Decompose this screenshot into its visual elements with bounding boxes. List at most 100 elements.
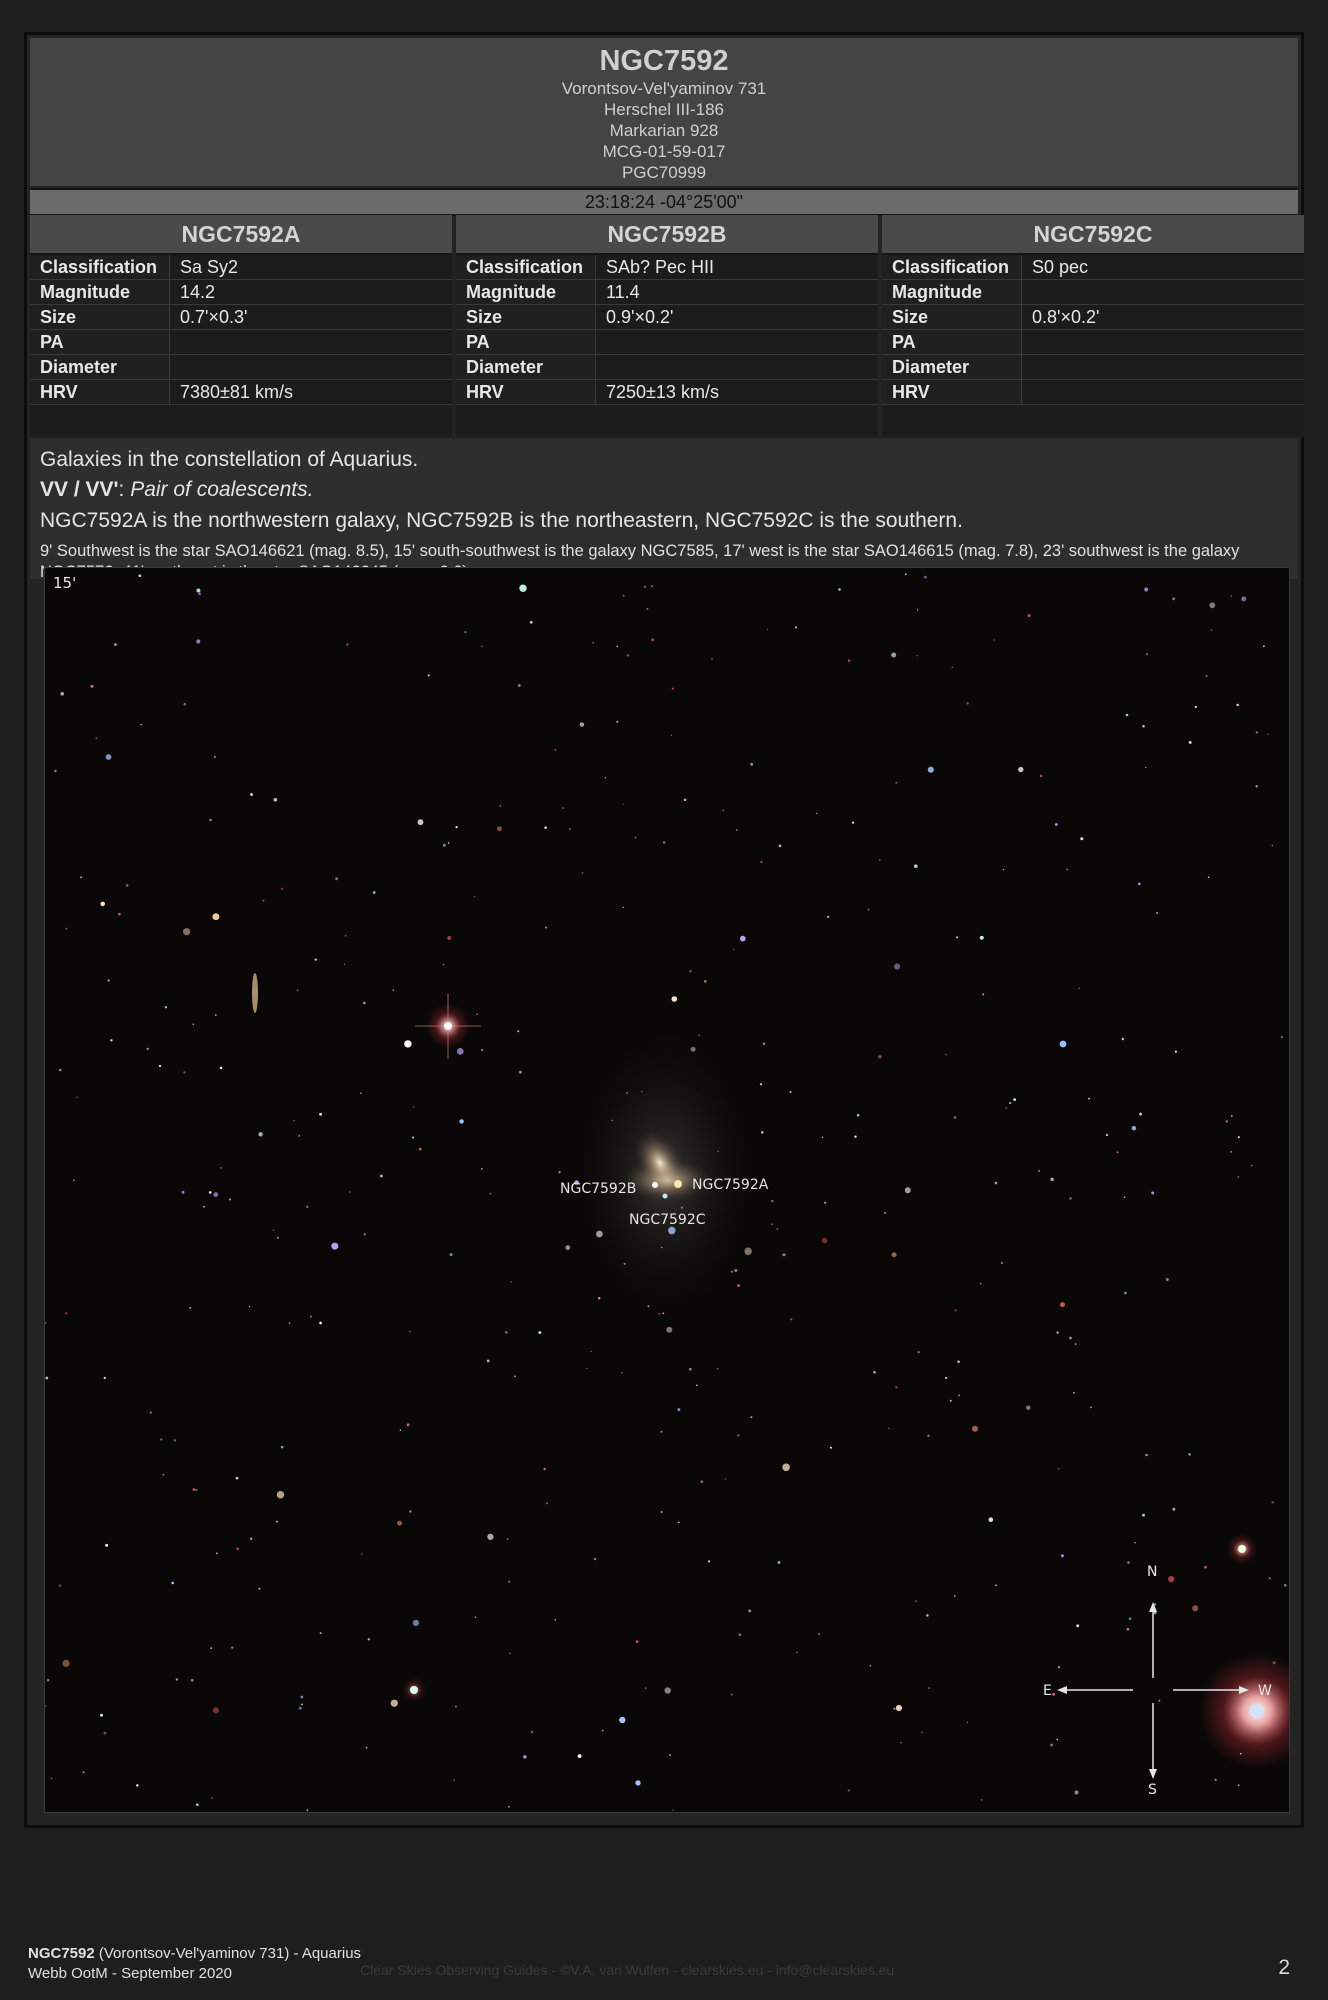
star	[464, 630, 467, 634]
star	[411, 1136, 415, 1139]
description: Galaxies in the constellation of Aquariu…	[30, 439, 1298, 581]
row-size: Size 0.9'×0.2'	[456, 305, 878, 330]
star	[118, 912, 121, 916]
star	[455, 825, 458, 829]
orientation-text: NGC7592A is the northwestern galaxy, NGC…	[40, 509, 963, 532]
label: PA	[456, 330, 596, 354]
star	[744, 1247, 752, 1256]
star	[635, 1780, 641, 1786]
star	[953, 1595, 956, 1597]
star	[346, 643, 349, 646]
star	[643, 585, 647, 588]
star	[966, 1721, 969, 1723]
row-pa: PA	[456, 330, 878, 355]
star	[545, 926, 548, 929]
star	[1018, 766, 1024, 773]
star	[173, 1439, 177, 1442]
star	[619, 1716, 626, 1724]
star	[103, 1376, 107, 1380]
star	[72, 1179, 76, 1182]
star	[766, 628, 769, 631]
star	[1255, 785, 1258, 788]
star	[878, 1055, 882, 1059]
star	[517, 1030, 520, 1033]
star	[1073, 1392, 1075, 1394]
star	[924, 575, 927, 579]
star	[1230, 1151, 1232, 1153]
star	[951, 666, 953, 669]
star	[651, 585, 653, 587]
star	[645, 1687, 647, 1689]
star	[62, 1659, 70, 1667]
star	[58, 1584, 62, 1587]
star	[390, 1699, 398, 1707]
star	[474, 1616, 477, 1618]
star	[696, 1384, 698, 1387]
star	[1009, 1101, 1012, 1105]
star	[473, 896, 476, 898]
star	[1131, 1125, 1137, 1131]
star	[762, 1042, 766, 1045]
value: 0.9'×0.2'	[606, 307, 674, 327]
star	[406, 1423, 410, 1427]
star	[190, 1678, 194, 1682]
star	[228, 1198, 231, 1201]
star	[160, 1438, 163, 1441]
label: Classification	[882, 255, 1022, 279]
star	[417, 819, 424, 826]
star	[867, 908, 870, 911]
star	[105, 1543, 109, 1547]
star	[100, 901, 105, 907]
star	[565, 1245, 571, 1250]
star	[210, 1647, 213, 1649]
star	[734, 1269, 738, 1272]
star	[917, 1351, 920, 1354]
star	[1074, 1343, 1077, 1345]
star	[873, 1370, 876, 1374]
star	[140, 723, 142, 726]
star	[658, 1313, 661, 1315]
star	[1172, 597, 1176, 601]
compass-s: S	[1148, 1782, 1157, 1798]
star	[782, 1463, 790, 1472]
star	[1145, 653, 1149, 656]
star	[348, 1191, 351, 1193]
galaxy-name: NGC7592B	[456, 215, 878, 255]
star	[507, 1805, 510, 1808]
star	[212, 1707, 219, 1714]
star	[1050, 1177, 1054, 1182]
star	[927, 766, 934, 773]
star	[481, 645, 483, 648]
star	[310, 1315, 312, 1318]
star	[138, 574, 142, 577]
star	[538, 1331, 542, 1334]
star	[732, 948, 735, 951]
star	[854, 1135, 857, 1138]
star	[103, 1731, 107, 1735]
star	[821, 1136, 824, 1138]
star	[954, 1309, 957, 1312]
star	[1057, 1666, 1061, 1669]
star	[1144, 766, 1147, 769]
star	[306, 1809, 309, 1812]
value	[1022, 380, 1304, 404]
value	[1022, 330, 1304, 354]
row-magnitude: Magnitude 11.4	[456, 280, 878, 305]
row-classification: Classification SAb? Pec HII	[456, 255, 878, 280]
compass-w: W	[1258, 1683, 1272, 1699]
star	[1156, 911, 1159, 914]
star	[1151, 1191, 1155, 1195]
label: Magnitude	[30, 280, 170, 304]
star	[1126, 1627, 1130, 1631]
star	[95, 737, 98, 740]
star	[1057, 1467, 1060, 1470]
star	[616, 720, 619, 723]
star	[1204, 1565, 1207, 1569]
star	[945, 1053, 947, 1056]
star	[1124, 1291, 1127, 1295]
star	[447, 936, 452, 940]
star	[456, 1048, 464, 1055]
star	[486, 1359, 490, 1363]
star	[966, 702, 969, 705]
star	[1060, 1554, 1064, 1558]
